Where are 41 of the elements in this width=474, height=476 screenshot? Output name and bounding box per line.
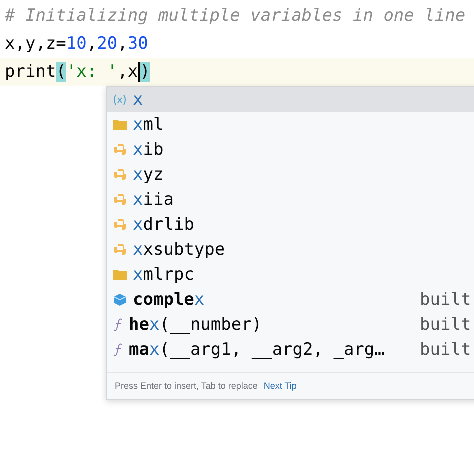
completion-item[interactable]: x bbox=[107, 87, 474, 112]
hint-text: Press Enter to insert, Tab to replace bbox=[115, 381, 258, 391]
completion-item[interactable]: hex(__number) built bbox=[107, 312, 474, 337]
python-icon bbox=[113, 142, 127, 156]
completion-label: x bbox=[133, 90, 144, 110]
completion-item[interactable]: xml bbox=[107, 112, 474, 137]
completion-item[interactable]: max(__arg1, __arg2, _arg… built bbox=[107, 337, 474, 362]
completion-label: xmlrpc bbox=[133, 264, 194, 284]
function-icon bbox=[113, 318, 123, 332]
folder-icon bbox=[113, 119, 127, 130]
completion-item[interactable]: xiia bbox=[107, 187, 474, 212]
text-cursor bbox=[138, 62, 140, 82]
completion-item[interactable]: xmlrpc bbox=[107, 262, 474, 287]
python-icon bbox=[113, 218, 127, 232]
completion-label: xdrlib bbox=[133, 214, 194, 234]
code-line: # Initializing multiple variables in one line bbox=[4, 5, 467, 28]
folder-icon bbox=[113, 269, 127, 280]
completion-item[interactable]: xxsubtype bbox=[107, 237, 474, 262]
type-text: built bbox=[420, 314, 472, 334]
completion-label: max(__arg1, __arg2, _arg… bbox=[129, 340, 385, 360]
completion-item[interactable]: complex built bbox=[107, 287, 474, 312]
completion-label: xxsubtype bbox=[133, 240, 226, 260]
function-icon bbox=[113, 342, 123, 356]
completion-label: xib bbox=[133, 140, 164, 160]
python-icon bbox=[113, 242, 127, 256]
python-icon bbox=[113, 192, 127, 206]
next-tip-link[interactable]: Next Tip bbox=[264, 381, 297, 391]
type-text: built bbox=[420, 340, 472, 360]
type-text: built bbox=[420, 290, 472, 310]
completion-item[interactable]: xyz bbox=[107, 162, 474, 187]
variable-icon bbox=[113, 94, 127, 106]
python-icon bbox=[113, 168, 127, 182]
completion-item[interactable]: xdrlib bbox=[107, 212, 474, 237]
completion-label: xml bbox=[133, 114, 164, 134]
completion-item[interactable]: xib bbox=[107, 137, 474, 162]
code-line: x,y,z=10,20,30 bbox=[4, 33, 150, 56]
cube-icon bbox=[113, 292, 127, 306]
completion-label: xyz bbox=[133, 164, 164, 184]
completion-label: xiia bbox=[133, 190, 174, 210]
completion-label: complex bbox=[133, 290, 205, 310]
completion-label: hex(__number) bbox=[129, 314, 262, 334]
